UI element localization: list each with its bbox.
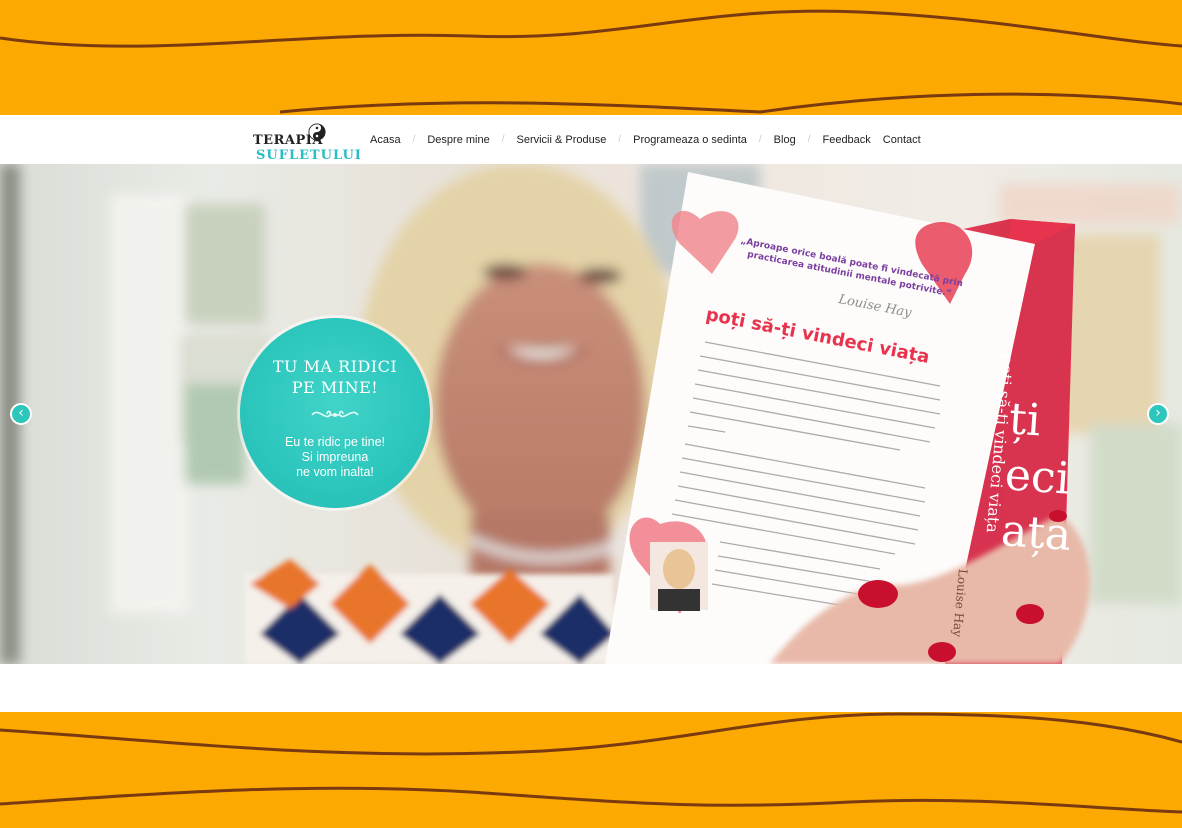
chevron-right-icon: › [1155,405,1161,421]
hero-slider: „Aproape orice boală poate fi vindecată … [0,164,1182,664]
nav-separator: / [807,134,811,145]
badge-title-line2: PE MINE! [291,378,379,397]
badge-text-line1: Eu te ridic pe tine! [284,435,386,449]
main-navigation: Acasa / Despre mine / Servicii & Produse… [370,115,921,164]
slider-next-button[interactable]: › [1147,403,1169,425]
swirl-ornament-icon [311,410,359,418]
logo-text-sufletului: SUFLETULUI [256,148,362,163]
site-header: TERAPIA SUFLETULUI Acasa / Despre mine /… [0,115,1182,165]
yin-yang-icon [308,123,326,141]
badge-text-line3: ne vom inalta! [296,465,374,479]
badge-title: TU MA RIDICI PE MINE! [240,356,430,398]
decorative-wave-top [0,9,1182,114]
nav-item-feedback[interactable]: Feedback [822,134,870,146]
slogan-badge: TU MA RIDICI PE MINE! Eu te ridic pe tin… [240,318,430,508]
nav-separator: / [501,134,505,145]
nav-item-contact[interactable]: Contact [883,134,921,146]
nav-item-servicii-produse[interactable]: Servicii & Produse [517,134,607,146]
nav-item-blog[interactable]: Blog [774,134,796,146]
nav-item-despre-mine[interactable]: Despre mine [427,134,489,146]
badge-text-line2: Si impreuna [301,450,369,464]
badge-text: Eu te ridic pe tine! Si impreuna ne vom … [240,435,430,480]
nav-separator: / [618,134,622,145]
nav-item-programeaza[interactable]: Programeaza o sedinta [633,134,747,146]
nav-separator: / [412,134,416,145]
nav-item-acasa[interactable]: Acasa [370,134,401,146]
chevron-left-icon: ‹ [18,405,24,421]
book-cover-text: ți eci ața [999,393,1073,561]
nav-separator: / [758,134,762,145]
slider-prev-button[interactable]: ‹ [10,403,32,425]
site-logo[interactable]: TERAPIA SUFLETULUI [250,121,361,163]
decorative-wave-bottom [0,712,1182,814]
content-strip [0,664,1182,712]
badge-title-line1: TU MA RIDICI [272,357,398,376]
